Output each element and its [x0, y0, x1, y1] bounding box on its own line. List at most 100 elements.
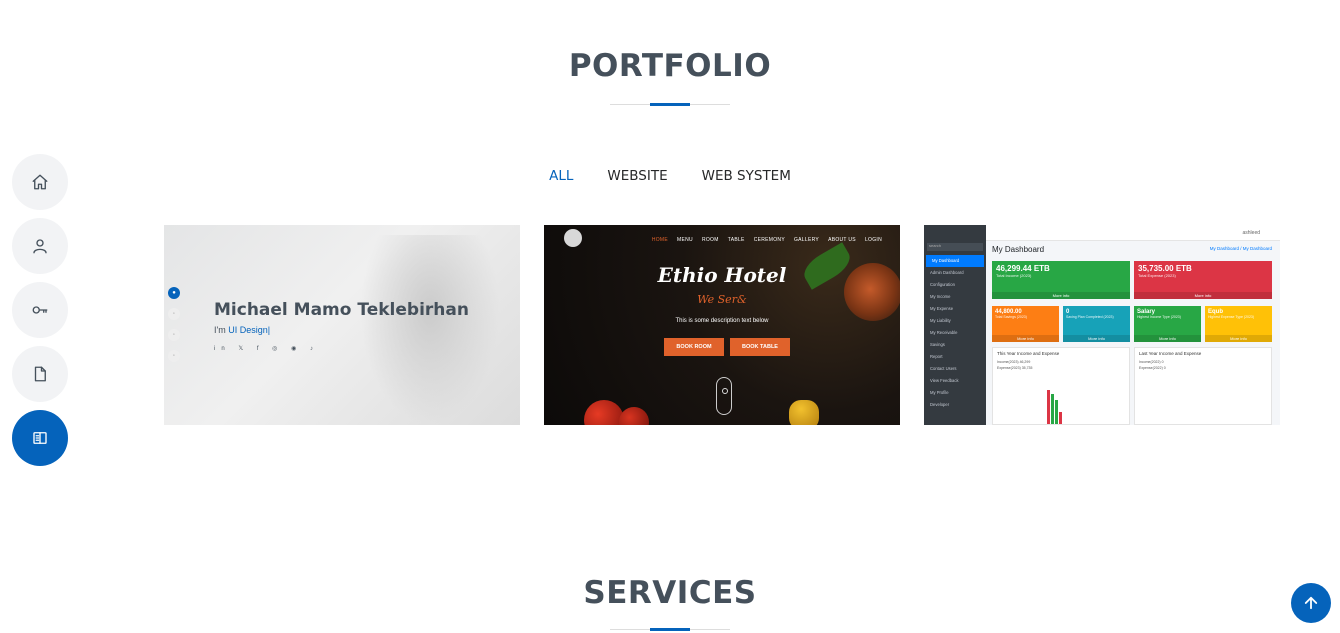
person-icon	[33, 239, 47, 254]
saving-plan-label: Saving Plan Completed (2023)	[1066, 315, 1114, 319]
sidebar-item: My Liability	[930, 318, 951, 323]
chart-bar	[1055, 400, 1058, 424]
dashboard-search: search	[927, 243, 983, 251]
mini-key-icon: ◦	[168, 329, 180, 341]
menu-item: MENU	[677, 237, 693, 243]
income-value: 46,299.44 ETB	[996, 264, 1050, 273]
expense-type-label: Highest Expense Type (2023)	[1208, 315, 1255, 319]
more-info-link: More info	[992, 335, 1059, 342]
more-info-link: More info	[1205, 335, 1272, 342]
expense-type-value: Equb	[1208, 309, 1223, 315]
arrow-up-icon	[1304, 596, 1318, 610]
dashboard-breadcrumb: My Dashboard / My Dashboard	[1209, 246, 1272, 251]
income-type-value: Salary	[1137, 309, 1156, 315]
hotel-description: This is some description text below	[675, 318, 769, 324]
expense-value: 35,735.00 ETB	[1138, 264, 1192, 273]
services-header: SERVICES	[0, 575, 1340, 631]
income-type-label: Highest Income Type (2023)	[1137, 315, 1181, 319]
filter-all[interactable]: ALL	[549, 166, 573, 186]
hotel-title: Ethio Hotel	[657, 263, 787, 287]
portfolio-item-ethio-hotel[interactable]: HOME MENU ROOM TABLE CEREMONY GALLERY AB…	[544, 225, 900, 425]
portfolio-header: PORTFOLIO	[0, 48, 1340, 106]
dashboard-topbar: ashleed	[986, 225, 1280, 241]
sidebar-item: View Feedback	[930, 378, 959, 383]
sidebar-item: My Dashboard	[926, 255, 984, 267]
panel-expense: Expense(2023) 35,735	[997, 366, 1033, 370]
menu-item: LOGIN	[864, 237, 882, 243]
book-table-button: BOOK TABLE	[730, 338, 790, 356]
hero-name: Michael Mamo Teklebirhan	[214, 300, 469, 320]
expense-type-box: Equb Highest Expense Type (2023) More in…	[1205, 306, 1272, 342]
saving-plan-value: 0	[1066, 309, 1070, 315]
nav-resume-button[interactable]	[12, 282, 68, 338]
mini-home-icon: ●	[168, 287, 180, 299]
sidebar-item: Configuration	[930, 282, 955, 287]
dashboard-sidebar: search My Dashboard Admin Dashboard Conf…	[924, 225, 986, 425]
hotel-menu: HOME MENU ROOM TABLE CEREMONY GALLERY AB…	[652, 237, 882, 243]
sidebar-item: Report	[930, 354, 943, 359]
side-nav	[12, 154, 68, 474]
hero-figure-image	[360, 235, 500, 425]
mouse-scroll-icon	[716, 377, 732, 415]
savings-box: 44,800.00 Total Savings (2023) More info	[992, 306, 1059, 342]
mini-side-nav: ● ◦ ◦ ◦	[168, 287, 180, 371]
portfolio-filters: ALL WEBSITE WEB SYSTEM	[0, 166, 1340, 186]
filter-website[interactable]: WEBSITE	[607, 166, 667, 186]
menu-item: HOME	[651, 237, 669, 243]
expense-label: Total Expense (2023)	[1138, 273, 1176, 278]
mini-person-icon: ◦	[168, 308, 180, 320]
hero-subtitle-role: UI Design|	[228, 325, 271, 335]
portfolio-item-dashboard[interactable]: search My Dashboard Admin Dashboard Conf…	[924, 225, 1280, 425]
menu-item: ABOUT US	[828, 237, 856, 243]
chart-bar	[1059, 412, 1062, 424]
dashboard-user: ashleed	[1242, 230, 1260, 236]
nav-documents-button[interactable]	[12, 346, 68, 402]
sidebar-item: Developer	[930, 402, 950, 407]
last-year-panel: Last Year Income and Expense Income(2022…	[1134, 347, 1272, 425]
scroll-to-top-button[interactable]	[1291, 583, 1331, 623]
hero-subtitle: I'm UI Design|	[214, 325, 270, 335]
savings-label: Total Savings (2023)	[995, 315, 1027, 319]
chart-bar	[1051, 394, 1054, 424]
panel-title: This Year Income and Expense	[997, 351, 1060, 356]
sidebar-item: My Income	[930, 294, 951, 299]
hotel-buttons: BOOK ROOM BOOK TABLE	[664, 338, 790, 356]
portfolio-item-personal-site[interactable]: ● ◦ ◦ ◦ Michael Mamo Teklebirhan I'm UI …	[164, 225, 520, 425]
hotel-logo	[564, 229, 582, 247]
sidebar-item: Contact Users	[930, 366, 957, 371]
more-info-link: More info	[1134, 292, 1272, 299]
menu-item: ROOM	[701, 237, 719, 243]
services-title: SERVICES	[583, 575, 757, 611]
portfolio-title: PORTFOLIO	[568, 48, 772, 84]
sidebar-item: My Receivable	[930, 330, 958, 335]
income-type-box: Salary Highest Income Type (2023) More i…	[1134, 306, 1201, 342]
nav-about-button[interactable]	[12, 218, 68, 274]
pepper-image	[789, 400, 819, 425]
income-box: 46,299.44 ETB Total Income (2023) More i…	[992, 261, 1130, 299]
nav-portfolio-button[interactable]	[12, 410, 68, 466]
more-info-link: More info	[992, 292, 1130, 299]
panel-expense: Expense(2022) 0	[1139, 366, 1166, 370]
dashboard-title: My Dashboard	[992, 245, 1045, 254]
hotel-subtitle: We Ser&	[697, 293, 747, 306]
this-year-panel: This Year Income and Expense Income(2023…	[992, 347, 1130, 425]
tomato-image	[584, 400, 624, 425]
more-info-link: More info	[1063, 335, 1130, 342]
title-divider	[610, 103, 730, 106]
hero-subtitle-prefix: I'm	[214, 325, 229, 335]
saving-plan-box: 0 Saving Plan Completed (2023) More info	[1063, 306, 1130, 342]
chart-bar	[1047, 390, 1050, 424]
menu-item: TABLE	[727, 237, 745, 243]
sidebar-item: Savings	[930, 342, 945, 347]
mini-file-icon: ◦	[168, 350, 180, 362]
panel-title: Last Year Income and Expense	[1139, 351, 1202, 356]
more-info-link: More info	[1134, 335, 1201, 342]
expense-box: 35,735.00 ETB Total Expense (2023) More …	[1134, 261, 1272, 299]
key-icon	[32, 306, 48, 314]
filter-web-system[interactable]: WEB SYSTEM	[702, 166, 791, 186]
book-open-icon	[33, 432, 47, 444]
social-icons: in 𝕏 f ◎ ◉ ♪	[214, 346, 319, 352]
tomato-image	[619, 407, 649, 425]
sidebar-item: Admin Dashboard	[930, 270, 964, 275]
sidebar-item: My Expense	[930, 306, 954, 311]
